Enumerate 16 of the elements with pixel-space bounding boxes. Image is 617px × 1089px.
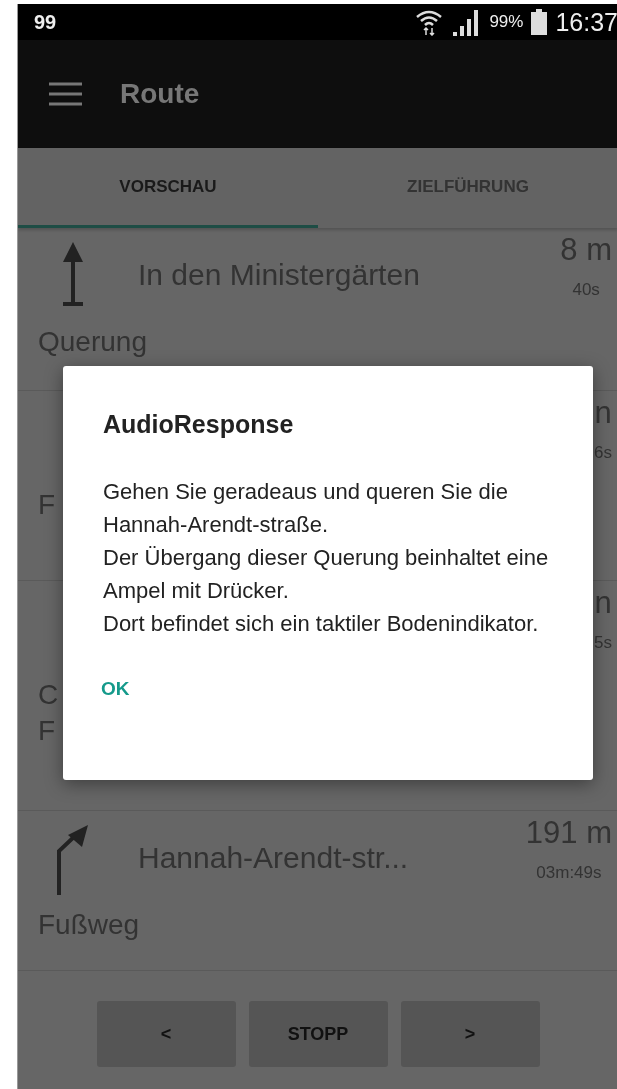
- ok-button[interactable]: OK: [101, 678, 130, 700]
- dialog-message: Gehen Sie geradeaus und queren Sie die Hannah-Arendt-straße. Der Übergang dieser Querung beinhaltet eine Ampel mit Drücker. Dort befindet sich ein taktiler Bodenindikator.: [103, 478, 550, 638]
- wifi-icon: [415, 8, 444, 36]
- dialog-title: AudioResponse: [103, 410, 295, 439]
- battery-icon: [531, 9, 548, 35]
- nav-button[interactable]: >: [400, 1001, 540, 1067]
- battery-percent: 99%: [489, 12, 524, 32]
- notification-count: 99: [34, 10, 58, 34]
- tab[interactable]: VORSCHAU: [18, 148, 318, 228]
- menu-icon[interactable]: [49, 82, 82, 106]
- clock: 16:37: [555, 7, 617, 37]
- nav-button[interactable]: <: [96, 1001, 236, 1067]
- turn-right-arrow-icon: [56, 825, 90, 895]
- nav-button[interactable]: STOPP: [248, 1001, 388, 1067]
- straight-arrow-icon: [61, 242, 85, 306]
- app-title: Route: [120, 78, 200, 110]
